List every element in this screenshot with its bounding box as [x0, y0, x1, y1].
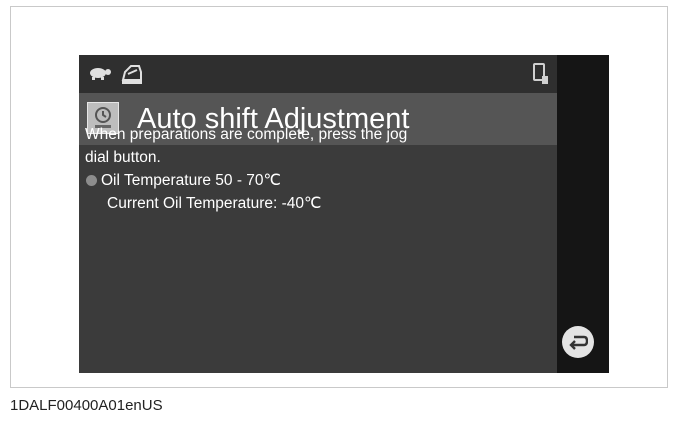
status-bar — [79, 55, 557, 93]
instruction-line-1: When preparations are complete, press th… — [85, 126, 408, 143]
figure-caption: 1DALF00400A01enUS — [10, 397, 163, 414]
turtle-icon — [90, 68, 111, 80]
back-arrow-icon — [569, 335, 588, 350]
bullet-icon — [86, 175, 97, 186]
engine-icon — [121, 65, 142, 84]
back-button[interactable] — [562, 326, 594, 358]
instruction-block: When preparations are complete, press th… — [85, 123, 551, 215]
current-oil-temperature: Current Oil Temperature: -40℃ — [107, 195, 322, 212]
device-icon — [533, 63, 548, 84]
condition-row: Oil Temperature 50 - 70℃ — [85, 169, 551, 192]
monitor-screen: Auto shift Adjustment When preparations … — [79, 55, 609, 373]
oil-temperature-condition: Oil Temperature 50 - 70℃ — [101, 172, 281, 189]
right-sidebar — [557, 55, 609, 373]
instruction-line-2: dial button. — [85, 149, 161, 166]
